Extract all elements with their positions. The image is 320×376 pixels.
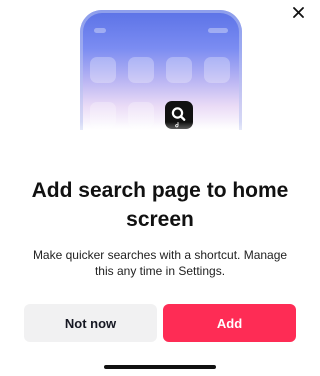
add-shortcut-sheet: Add search page to home screen Make quic… xyxy=(0,0,320,376)
app-icon-placeholder xyxy=(204,57,230,83)
phone-illustration xyxy=(80,10,242,130)
app-icon-placeholder xyxy=(90,57,116,83)
status-time-placeholder xyxy=(94,28,106,33)
home-indicator xyxy=(104,365,216,369)
dialog-description: Make quicker searches with a shortcut. M… xyxy=(32,248,288,278)
illustration-fade xyxy=(60,122,260,144)
add-button[interactable]: Add xyxy=(163,304,296,342)
app-icon-placeholder xyxy=(128,57,154,83)
dialog-title: Add search page to home screen xyxy=(31,179,289,231)
app-icon-placeholder xyxy=(166,57,192,83)
close-icon xyxy=(292,6,304,18)
close-button[interactable] xyxy=(288,2,308,22)
phone-status-bar xyxy=(94,28,228,34)
not-now-button[interactable]: Not now xyxy=(24,304,157,342)
status-icons-placeholder xyxy=(208,28,228,33)
